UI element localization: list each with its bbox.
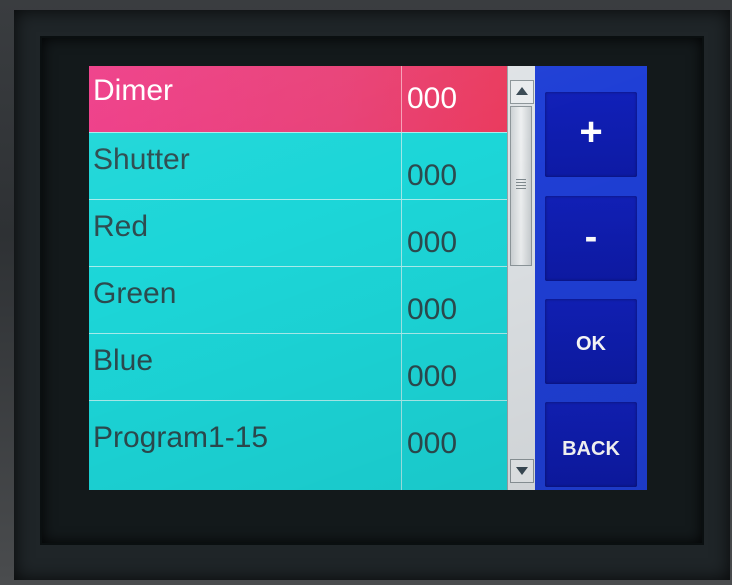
channel-value: 000: [407, 226, 458, 259]
scrollbar-thumb[interactable]: [510, 106, 532, 266]
channel-value: 000: [407, 360, 458, 393]
triangle-up-icon: [516, 87, 528, 95]
channel-value: 000: [407, 427, 458, 460]
scroll-up-button[interactable]: [510, 80, 534, 104]
column-divider: [401, 267, 402, 333]
back-label: BACK: [562, 438, 620, 460]
grip-icon: [516, 179, 526, 189]
channel-row-green[interactable]: Green 000: [89, 267, 507, 334]
column-divider: [401, 133, 402, 199]
channel-name: Green: [93, 277, 177, 310]
channel-name: Blue: [93, 344, 154, 377]
plus-button[interactable]: +: [545, 92, 637, 177]
list-scrollbar[interactable]: [507, 66, 536, 490]
channel-value: 000: [407, 159, 458, 192]
touch-screen: Dimer 000 Shutter 000 Red 000 Green 000 …: [89, 66, 647, 490]
channel-row-shutter[interactable]: Shutter 000: [89, 133, 507, 200]
channel-row-red[interactable]: Red 000: [89, 200, 507, 267]
triangle-down-icon: [516, 467, 528, 475]
channel-value: 000: [407, 82, 458, 115]
channel-list: Dimer 000 Shutter 000 Red 000 Green 000 …: [89, 66, 507, 490]
ok-label: OK: [576, 333, 606, 355]
channel-name: Program1-15: [93, 421, 269, 454]
channel-value: 000: [407, 293, 458, 326]
minus-button[interactable]: -: [545, 196, 637, 281]
ok-button[interactable]: OK: [545, 299, 637, 384]
minus-label: -: [584, 216, 598, 258]
channel-name: Dimer: [93, 74, 173, 107]
column-divider: [401, 66, 402, 132]
channel-row-program[interactable]: Program1-15 000: [89, 401, 507, 490]
back-button[interactable]: BACK: [545, 402, 637, 487]
column-divider: [401, 200, 402, 266]
column-divider: [401, 334, 402, 400]
control-panel: + - OK BACK: [535, 66, 647, 490]
scroll-down-button[interactable]: [510, 459, 534, 483]
channel-name: Red: [93, 210, 149, 243]
channel-row-blue[interactable]: Blue 000: [89, 334, 507, 401]
channel-row-dimer[interactable]: Dimer 000: [89, 66, 507, 133]
column-divider: [401, 401, 402, 490]
plus-label: +: [579, 110, 603, 154]
channel-name: Shutter: [93, 143, 190, 176]
